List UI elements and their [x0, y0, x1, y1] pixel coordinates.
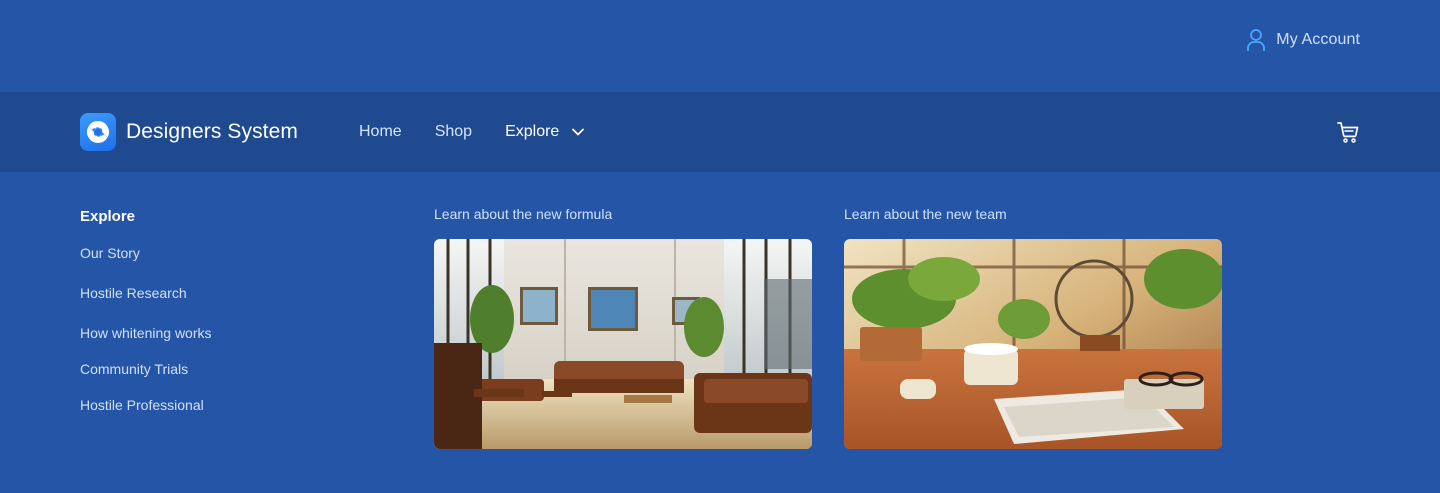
explore-dropdown: Explore Our Story Hostile Research How w…	[0, 172, 1440, 493]
my-account-label: My Account	[1276, 31, 1360, 48]
cart-icon[interactable]	[1336, 120, 1360, 144]
feature-caption-formula[interactable]: Learn about the new formula	[434, 206, 812, 222]
feature-card-formula[interactable]: Learn about the new formula	[434, 206, 812, 449]
menu-item-hostile-professional[interactable]: Hostile Professional	[80, 397, 204, 413]
user-icon	[1247, 29, 1266, 51]
menu-item-community-trials[interactable]: Community Trials	[80, 361, 188, 377]
sunlit-desk-plants-photo[interactable]	[844, 239, 1222, 449]
nav-explore[interactable]: Explore	[505, 123, 585, 141]
top-bar: My Account	[0, 0, 1440, 92]
aperture-logo-icon	[80, 113, 116, 151]
menu-item-how-whitening-works[interactable]: How whitening works	[80, 325, 212, 341]
brand-name: Designers System	[126, 120, 298, 143]
chevron-down-icon	[572, 128, 585, 136]
office-lounge-photo[interactable]	[434, 239, 812, 449]
nav-explore-label: Explore	[505, 123, 560, 140]
feature-caption-team[interactable]: Learn about the new team	[844, 206, 1222, 222]
menu-item-hostile-research[interactable]: Hostile Research	[80, 285, 187, 301]
nav-home[interactable]: Home	[359, 123, 402, 141]
nav-shop[interactable]: Shop	[435, 123, 472, 141]
main-navbar: Designers System Home Shop Explore	[0, 92, 1440, 172]
explore-heading: Explore	[80, 208, 136, 225]
my-account-link[interactable]: My Account	[1246, 28, 1360, 52]
nav-links: Home Shop Explore	[359, 92, 618, 172]
brand[interactable]: Designers System	[80, 113, 298, 151]
menu-item-our-story[interactable]: Our Story	[80, 245, 140, 261]
explore-menu: Explore Our Story Hostile Research How w…	[80, 208, 212, 413]
feature-card-team[interactable]: Learn about the new team	[844, 206, 1222, 449]
